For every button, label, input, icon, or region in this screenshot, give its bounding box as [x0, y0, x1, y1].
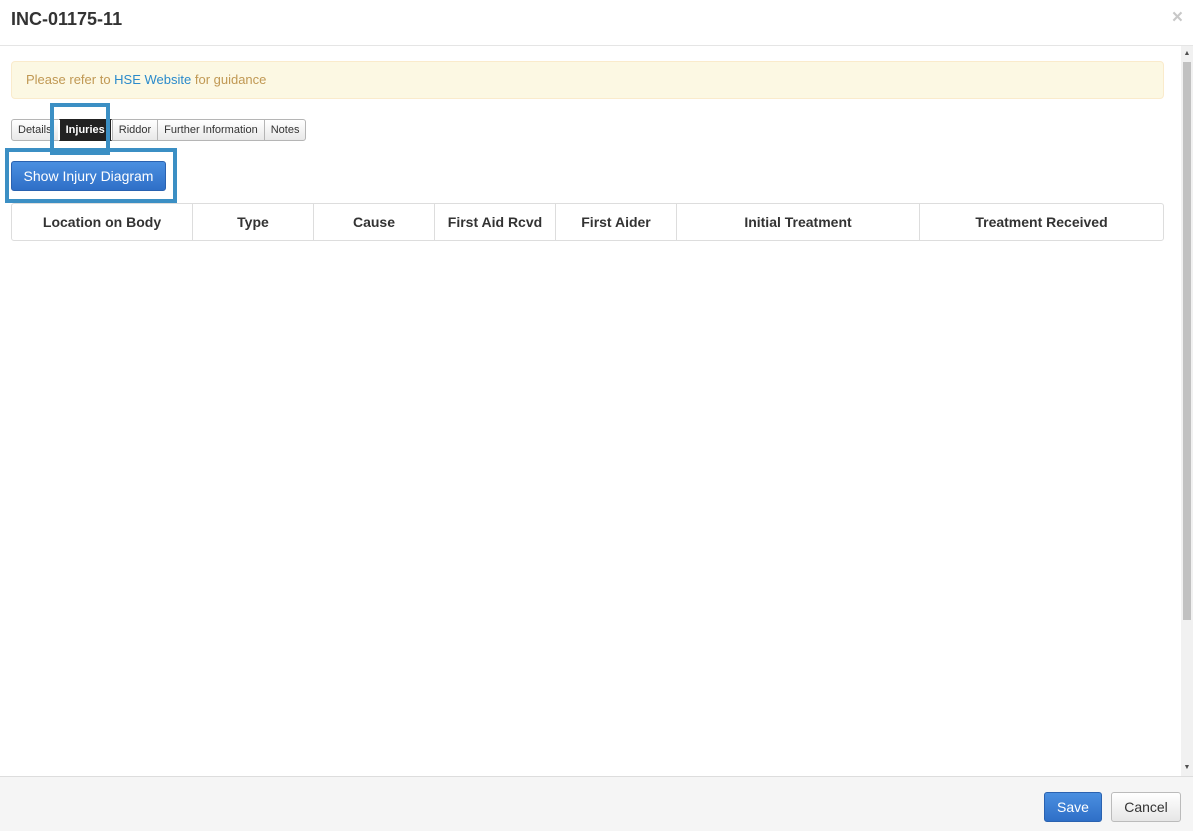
- scroll-down-arrow-icon[interactable]: ▼: [1181, 762, 1193, 774]
- injuries-table-header: Location on Body Type Cause First Aid Rc…: [11, 203, 1164, 241]
- vertical-scrollbar[interactable]: ▲ ▼: [1181, 46, 1193, 776]
- modal-body: Please refer to HSE Website for guidance…: [0, 46, 1181, 776]
- alert-suffix-text: for guidance: [191, 72, 267, 87]
- guidance-alert: Please refer to HSE Website for guidance: [11, 61, 1164, 99]
- column-header-cause[interactable]: Cause: [314, 204, 435, 240]
- tab-notes[interactable]: Notes: [263, 119, 307, 141]
- scroll-up-arrow-icon[interactable]: ▲: [1181, 48, 1193, 60]
- save-button[interactable]: Save: [1044, 792, 1102, 822]
- tab-bar: Details Injuries Riddor Further Informat…: [11, 119, 307, 141]
- alert-prefix-text: Please refer to: [26, 72, 115, 87]
- tab-riddor[interactable]: Riddor: [111, 119, 159, 141]
- modal-footer: Save Cancel: [0, 776, 1193, 831]
- cancel-button[interactable]: Cancel: [1111, 792, 1181, 822]
- close-icon[interactable]: ×: [1172, 8, 1183, 28]
- scroll-thumb[interactable]: [1183, 62, 1191, 620]
- column-header-treatment-received[interactable]: Treatment Received: [920, 204, 1163, 240]
- show-injury-diagram-button[interactable]: Show Injury Diagram: [11, 161, 166, 191]
- modal-header: INC-01175-11 ×: [0, 0, 1193, 46]
- column-header-first-aider[interactable]: First Aider: [556, 204, 677, 240]
- tab-further-information[interactable]: Further Information: [157, 119, 265, 141]
- column-header-location-on-body[interactable]: Location on Body: [12, 204, 193, 240]
- hse-website-link[interactable]: HSE Website: [114, 72, 191, 87]
- tab-details[interactable]: Details: [11, 119, 59, 141]
- modal-title: INC-01175-11: [11, 9, 123, 29]
- column-header-initial-treatment[interactable]: Initial Treatment: [677, 204, 920, 240]
- column-header-first-aid-rcvd[interactable]: First Aid Rcvd: [435, 204, 556, 240]
- incident-modal: INC-01175-11 × Please refer to HSE Websi…: [0, 0, 1193, 831]
- tab-injuries[interactable]: Injuries: [57, 119, 113, 141]
- column-header-type[interactable]: Type: [193, 204, 314, 240]
